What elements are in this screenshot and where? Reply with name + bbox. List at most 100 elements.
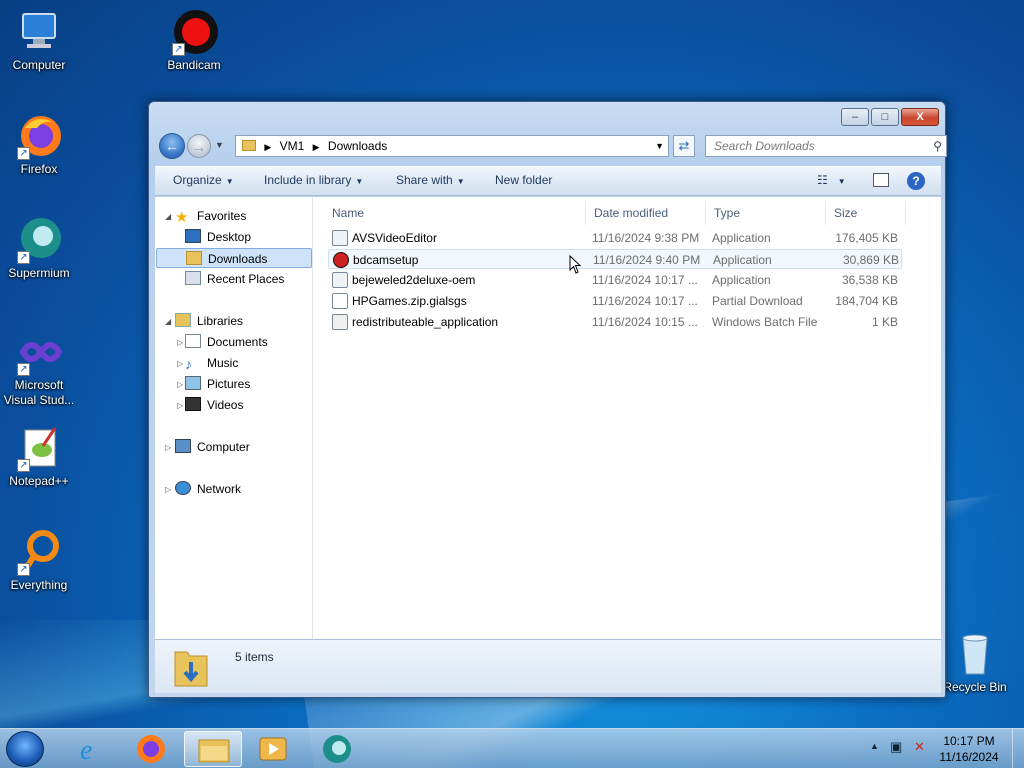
column-header-date-modified[interactable]: Date modified <box>586 201 706 225</box>
internet-explorer-icon: e <box>80 735 92 766</box>
help-button[interactable]: ? <box>907 172 925 190</box>
include-in-library-button[interactable]: Include in library ▼ <box>264 173 363 187</box>
computer-icon <box>175 439 191 453</box>
partial-download-icon <box>332 293 348 309</box>
libraries-icon <box>175 313 191 327</box>
view-options-button[interactable]: ☷ ▼ <box>817 173 846 187</box>
desktop-icon-bandicam[interactable]: ↗ Bandicam <box>156 8 232 73</box>
nav-computer[interactable]: Computer <box>175 437 250 457</box>
close-button[interactable]: X <box>901 108 939 126</box>
search-icon[interactable]: ⚲ <box>933 136 942 156</box>
address-bar[interactable]: ▶ VM1 ▶ Downloads ▼ <box>235 135 669 157</box>
desktop-icon-label: Bandicam <box>167 58 221 72</box>
firefox-icon <box>137 735 165 763</box>
desktop-icon-firefox[interactable]: ↗ Firefox <box>1 112 77 177</box>
nav-downloads[interactable]: Downloads <box>156 248 312 268</box>
nav-network[interactable]: Network <box>175 479 241 499</box>
show-desktop-button[interactable] <box>1012 729 1024 768</box>
supermium-icon: ↗ <box>15 216 63 264</box>
nav-videos[interactable]: Videos <box>185 395 243 415</box>
address-dropdown-icon[interactable]: ▼ <box>655 136 664 156</box>
nav-documents[interactable]: Documents <box>185 332 268 352</box>
status-bar: 5 items <box>155 639 941 693</box>
help-icon: ? <box>912 174 920 188</box>
nav-pictures[interactable]: Pictures <box>185 374 250 394</box>
volume-muted-icon[interactable]: ✕ <box>914 739 925 755</box>
file-date: 11/16/2024 10:15 ... <box>592 315 698 329</box>
expand-arrow-icon[interactable]: ▷ <box>177 359 183 368</box>
taskbar-supermium[interactable] <box>308 731 366 767</box>
share-with-button[interactable]: Share with ▼ <box>396 173 465 187</box>
file-row[interactable]: bdcamsetup 11/16/2024 9:40 PM Applicatio… <box>328 249 902 269</box>
taskbar-media-player[interactable] <box>244 731 302 767</box>
start-button[interactable] <box>6 731 44 767</box>
organize-button[interactable]: Organize ▼ <box>173 173 234 187</box>
clock[interactable]: 10:17 PM 11/16/2024 <box>934 733 1004 765</box>
breadcrumb-vm1[interactable]: VM1 <box>280 139 305 153</box>
chevron-down-icon: ▼ <box>225 177 234 186</box>
file-row[interactable]: bejeweled2deluxe-oem 11/16/2024 10:17 ..… <box>328 270 902 290</box>
collapse-arrow-icon[interactable]: ◢ <box>165 317 171 326</box>
shortcut-arrow-icon: ↗ <box>172 43 185 56</box>
nav-music[interactable]: ♪ Music <box>185 353 238 373</box>
file-row[interactable]: redistributeable_application 11/16/2024 … <box>328 312 902 332</box>
expand-arrow-icon[interactable]: ▷ <box>177 338 183 347</box>
application-icon <box>332 230 348 246</box>
nav-favorites[interactable]: ★ Favorites <box>175 206 246 226</box>
forward-button[interactable]: → <box>187 134 211 158</box>
maximize-button[interactable]: □ <box>871 108 899 126</box>
desktop-icon-label: Firefox <box>20 162 58 176</box>
column-header-size[interactable]: Size <box>826 201 906 225</box>
expand-arrow-icon[interactable]: ▷ <box>177 401 183 410</box>
forward-arrow-icon: → <box>192 139 206 155</box>
item-count: 5 items <box>235 650 274 664</box>
batch-file-icon <box>332 314 348 330</box>
expand-arrow-icon[interactable]: ▷ <box>165 485 171 494</box>
desktop-icon-notepadpp[interactable]: ↗ Notepad++ <box>1 424 77 489</box>
nav-libraries[interactable]: Libraries <box>175 311 243 331</box>
show-hidden-icons-button[interactable]: ▲ <box>870 741 879 751</box>
network-tray-icon[interactable]: ▣ <box>890 739 902 755</box>
refresh-button[interactable]: ⇄ <box>673 135 695 157</box>
new-folder-button[interactable]: New folder <box>495 173 552 187</box>
address-row: ← → ▼ ▶ VM1 ▶ Downloads ▼ ⇄ Search Downl… <box>157 132 947 160</box>
recent-pages-dropdown[interactable]: ▼ <box>215 140 224 150</box>
back-button[interactable]: ← <box>159 133 185 159</box>
desktop-icon-recycle-bin[interactable]: Recycle Bin <box>937 630 1013 695</box>
desktop-icon-computer[interactable]: Computer <box>1 8 77 73</box>
network-icon <box>175 481 191 495</box>
taskbar-firefox[interactable] <box>122 731 180 767</box>
breadcrumb-separator-icon[interactable]: ▶ <box>264 142 271 152</box>
bandicam-icon: ↗ <box>170 8 218 56</box>
expand-arrow-icon[interactable]: ▷ <box>165 443 171 452</box>
expand-arrow-icon[interactable]: ▷ <box>177 380 183 389</box>
desktop-icon-everything[interactable]: ↗ Everything <box>1 528 77 593</box>
desktop-icon-label: Everything <box>10 578 68 592</box>
chevron-down-icon: ▼ <box>837 177 846 186</box>
recent-places-icon <box>185 271 201 285</box>
column-header-name[interactable]: Name <box>324 201 586 225</box>
clock-time: 10:17 PM <box>943 734 995 748</box>
collapse-arrow-icon[interactable]: ◢ <box>165 212 171 221</box>
file-list: Name Date modified Type Size AVSVideoEdi… <box>314 197 941 639</box>
shortcut-arrow-icon: ↗ <box>17 459 30 472</box>
column-header-type[interactable]: Type <box>706 201 826 225</box>
file-row[interactable]: HPGames.zip.gialsgs 11/16/2024 10:17 ...… <box>328 291 902 311</box>
file-type: Application <box>712 231 771 245</box>
nav-desktop[interactable]: Desktop <box>185 227 251 247</box>
desktop-icon-supermium[interactable]: ↗ Supermium <box>1 216 77 281</box>
videos-icon <box>185 397 201 411</box>
shortcut-arrow-icon: ↗ <box>17 563 30 576</box>
search-input[interactable]: Search Downloads ⚲ <box>705 135 947 157</box>
breadcrumb-separator-icon[interactable]: ▶ <box>313 142 320 152</box>
file-row[interactable]: AVSVideoEditor 11/16/2024 9:38 PM Applic… <box>328 228 902 248</box>
bandicam-setup-icon <box>333 252 349 268</box>
desktop-icon-visual-studio[interactable]: ↗ Microsoft Visual Stud... <box>1 328 77 408</box>
preview-pane-button[interactable] <box>873 173 889 187</box>
nav-recent-places[interactable]: Recent Places <box>185 269 284 289</box>
breadcrumb-downloads[interactable]: Downloads <box>328 139 387 153</box>
taskbar-windows-explorer[interactable] <box>184 731 242 767</box>
taskbar: e ▲ ▣ ✕ 10:17 PM 11/16/2024 <box>0 728 1024 768</box>
taskbar-internet-explorer[interactable]: e <box>62 731 120 767</box>
minimize-button[interactable]: – <box>841 108 869 126</box>
